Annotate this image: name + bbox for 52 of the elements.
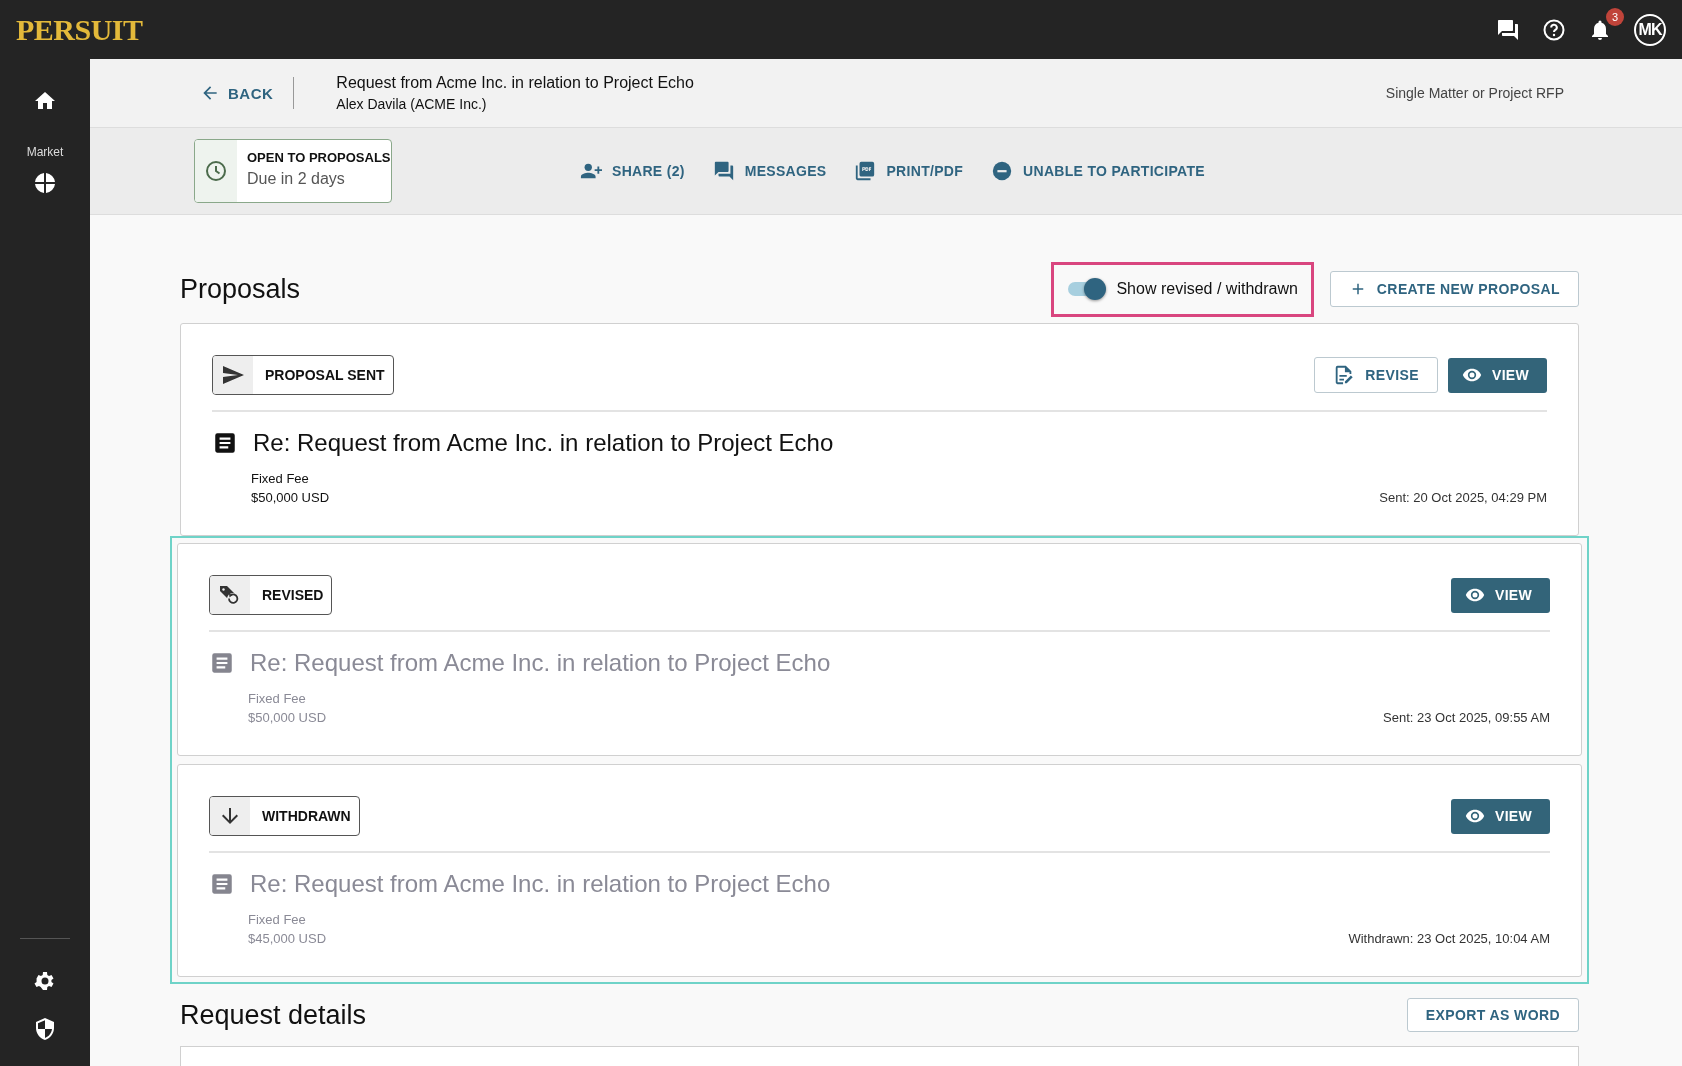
export-button[interactable]: EXPORT AS WORD: [1406, 998, 1579, 1032]
revise-button[interactable]: REVISE: [1314, 357, 1438, 393]
clock-icon: [204, 159, 228, 183]
back-button[interactable]: BACK: [200, 83, 294, 103]
status-badge: PROPOSAL SENT: [212, 355, 394, 395]
fee-type: Fixed Fee: [251, 471, 310, 486]
status-badge: WITHDRAWN: [209, 796, 360, 836]
view-button[interactable]: VIEW: [1451, 577, 1550, 613]
send-icon: [221, 363, 245, 387]
logo[interactable]: PERSUIT: [16, 12, 143, 47]
view-button[interactable]: VIEW: [1448, 357, 1547, 393]
document-icon: [212, 430, 238, 456]
chat-icon: [712, 160, 735, 182]
notification-badge: 3: [1606, 7, 1624, 26]
user-avatar[interactable]: MK: [1634, 13, 1666, 46]
view-button[interactable]: VIEW: [1451, 798, 1550, 834]
fee-type: Fixed Fee: [248, 912, 307, 927]
document-icon: [209, 650, 235, 676]
status-badge: REVISED: [209, 575, 333, 615]
due-text: Due in 2 days: [247, 170, 346, 188]
proposal-date: Withdrawn: 23 Oct 2025, 10:04 AM: [1348, 931, 1550, 946]
rfp-type: Single Matter or Project RFP: [1385, 85, 1564, 101]
action-link[interactable]: SHARE (2): [580, 160, 685, 182]
status-label: OPEN TO PROPOSALS: [247, 150, 391, 165]
create-proposal-button[interactable]: CREATE NEW PROPOSAL: [1329, 271, 1579, 307]
minus-circle-icon: [991, 160, 1014, 182]
action-link[interactable]: PRINT/PDF: [854, 160, 964, 182]
shield-icon: [33, 1017, 57, 1041]
tag-icon: [218, 583, 242, 607]
fee-amount: $50,000 USD: [248, 710, 327, 725]
pdf-icon: [854, 160, 877, 182]
proposal-title: Re: Request from Acme Inc. in relation to Project Echo: [250, 649, 831, 677]
action-link[interactable]: MESSAGES: [712, 160, 827, 182]
action-link[interactable]: UNABLE TO PARTICIPATE: [991, 160, 1205, 182]
requester-name: Alex Davila (ACME Inc.): [336, 96, 488, 112]
nav-label: Market: [26, 145, 64, 159]
help-icon: [1542, 17, 1566, 42]
proposal-title: Re: Request from Acme Inc. in relation to Project Echo: [253, 429, 834, 457]
fee-amount: $45,000 USD: [248, 931, 327, 946]
toggle-label: Show revised / withdrawn: [1116, 280, 1298, 298]
proposal-date: Sent: 23 Oct 2025, 09:55 AM: [1383, 710, 1550, 725]
section-title: Proposals: [180, 273, 301, 305]
fee-type: Fixed Fee: [248, 691, 307, 706]
toggle-switch[interactable]: [1068, 278, 1107, 300]
request-title: Request from Acme Inc. in relation to Project Echo: [336, 74, 694, 92]
document-icon: [209, 871, 235, 897]
proposal-title: Re: Request from Acme Inc. in relation to Project Echo: [250, 870, 831, 898]
fee-amount: $50,000 USD: [251, 490, 330, 505]
section-title: Request details: [180, 999, 367, 1031]
pie-chart-icon: [33, 171, 57, 195]
proposal-date: Sent: 20 Oct 2025, 04:29 PM: [1379, 490, 1547, 505]
chat-icon: [1496, 17, 1520, 42]
